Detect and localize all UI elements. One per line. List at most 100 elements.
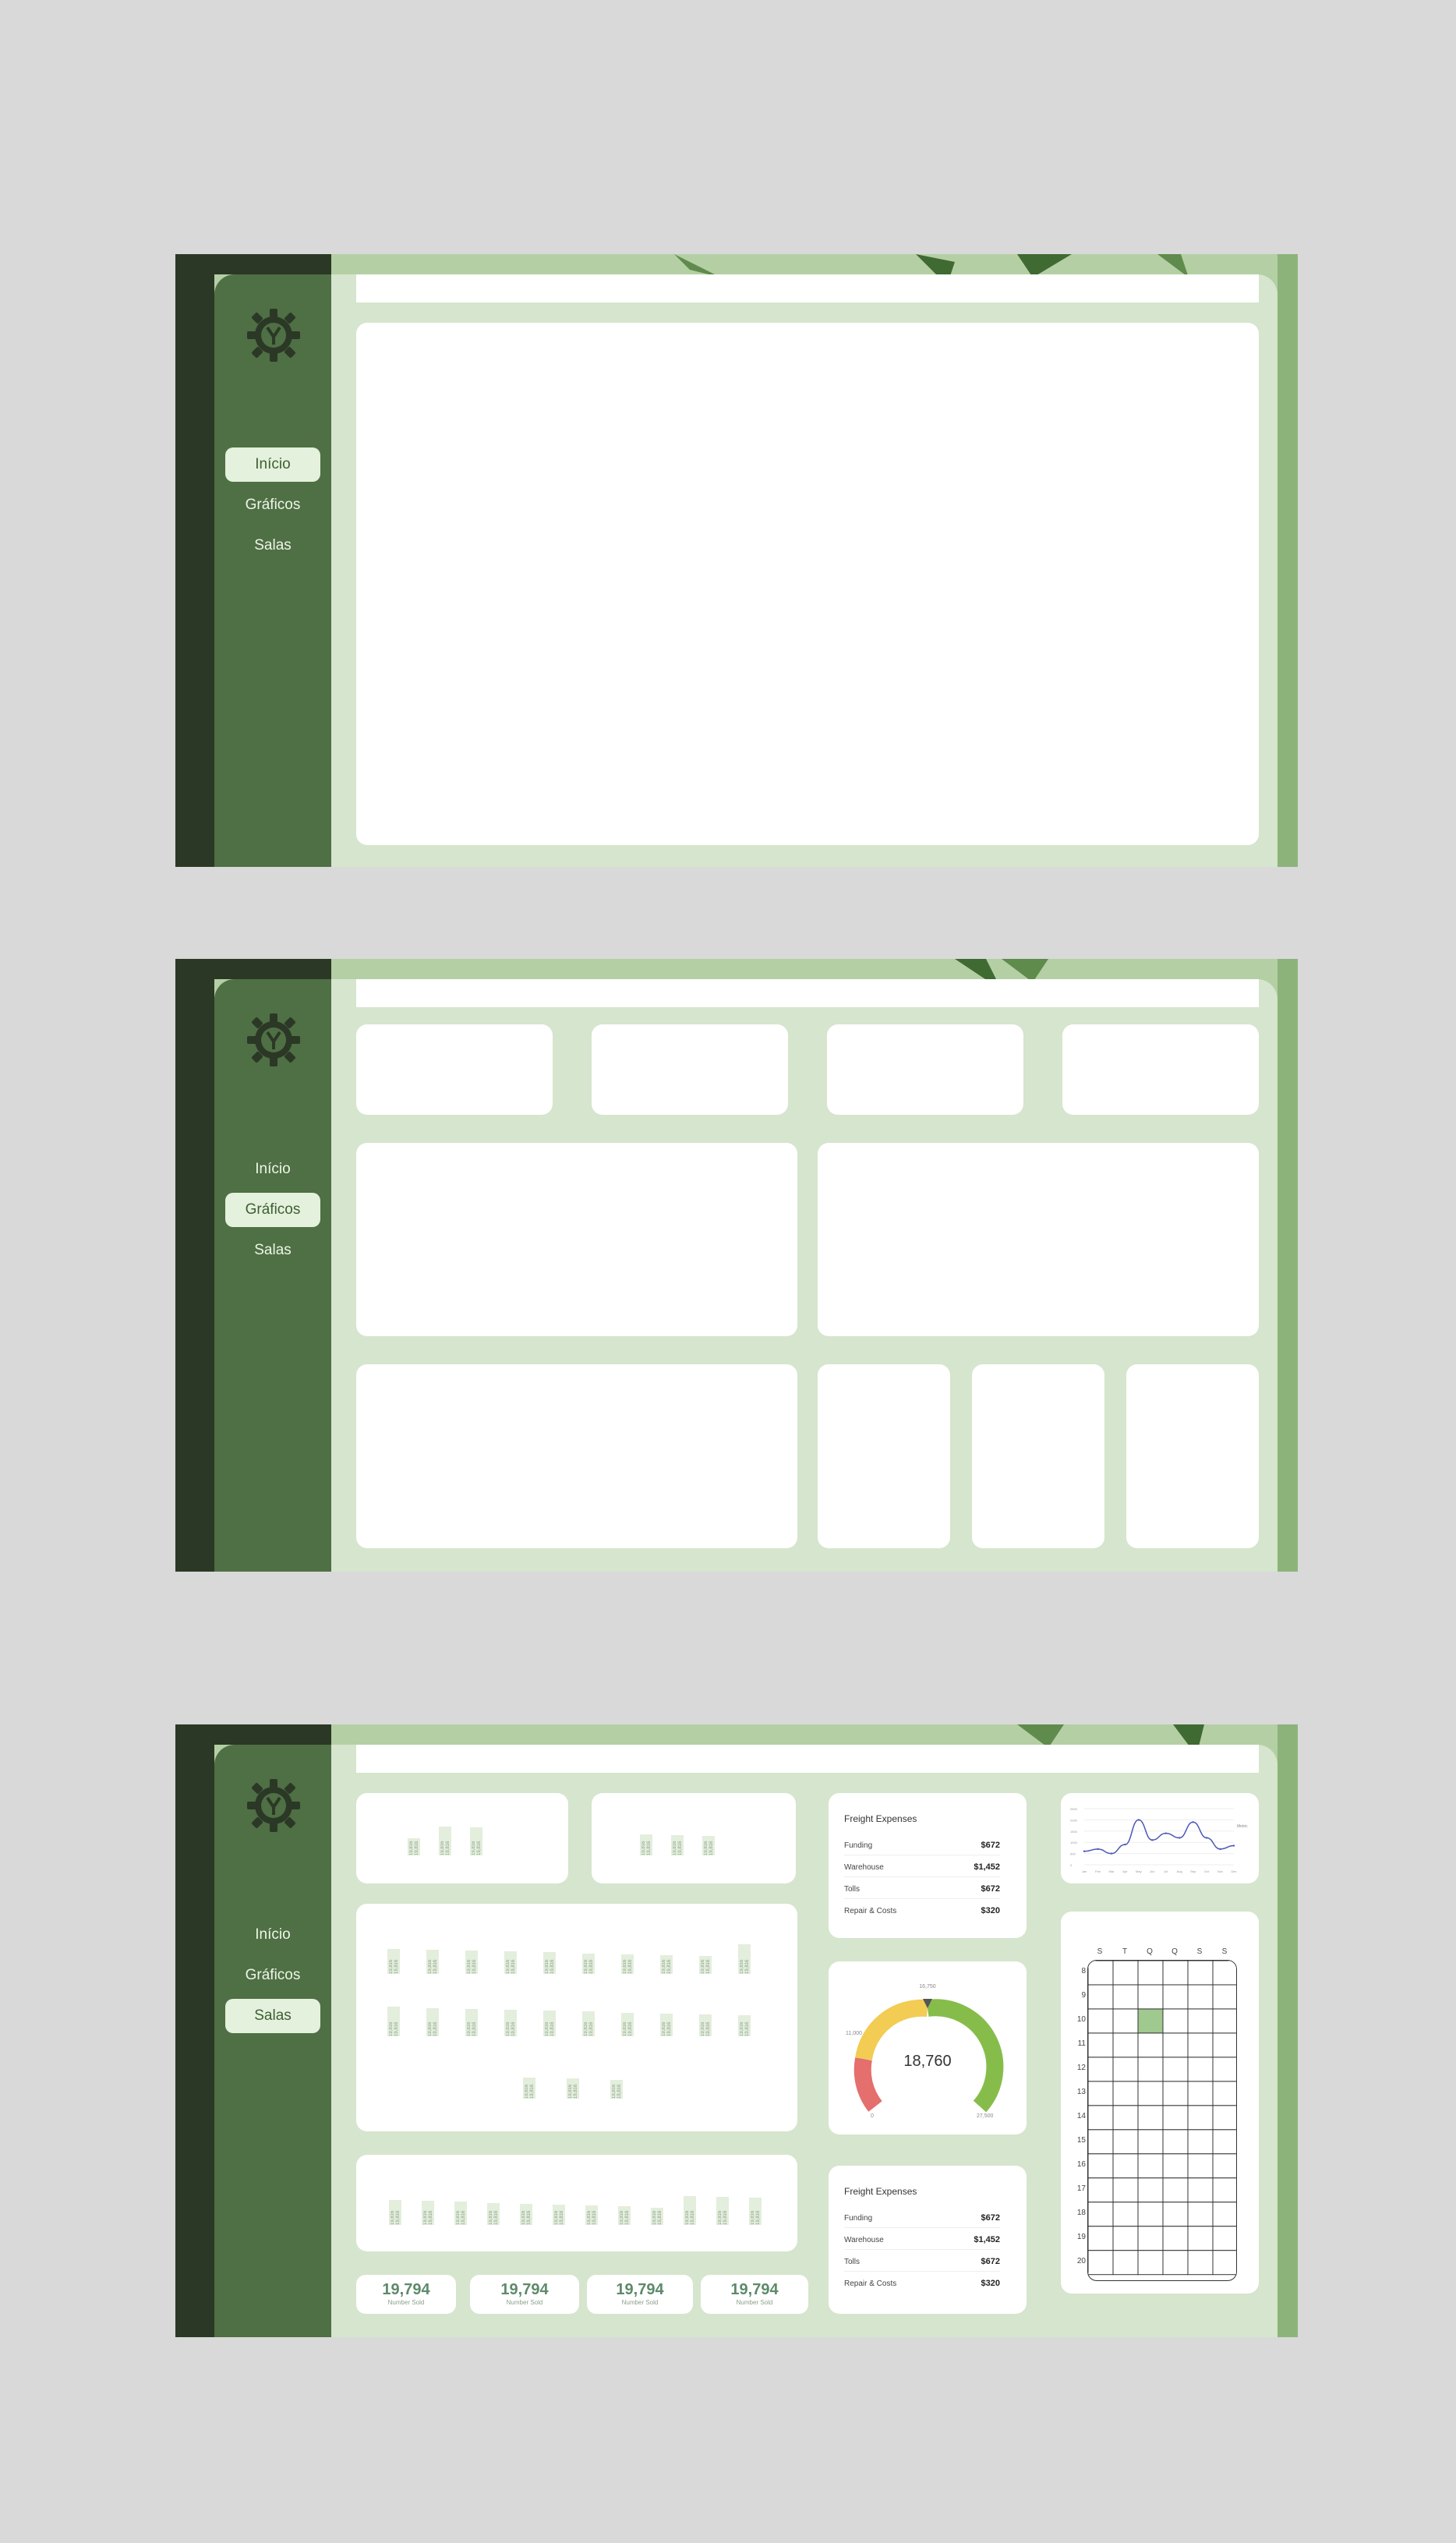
nav-inicio[interactable]: Início (225, 1152, 320, 1187)
calendar-slot[interactable] (1162, 2032, 1189, 2058)
calendar-slot[interactable] (1187, 2081, 1214, 2106)
calendar-slot[interactable] (1088, 2057, 1114, 2082)
calendar-slot[interactable] (1162, 2105, 1189, 2131)
calendar-slot[interactable] (1137, 2081, 1164, 2106)
calendar-slot[interactable] (1112, 2202, 1139, 2227)
calendar-slot[interactable] (1212, 1961, 1237, 1986)
calendar-slot[interactable] (1137, 2105, 1164, 2131)
window-edge (175, 254, 214, 867)
calendar-slot[interactable] (1212, 2081, 1237, 2106)
calendar-slot[interactable] (1112, 2129, 1139, 2155)
bar-label: 19,816 19,816 (620, 2210, 630, 2225)
calendar-slot[interactable] (1112, 1961, 1139, 1986)
calendar-slot[interactable] (1137, 2250, 1164, 2276)
calendar-slot[interactable] (1162, 2202, 1189, 2227)
bar-label: 19,816 19,816 (554, 2210, 564, 2225)
calendar-slot[interactable] (1088, 2032, 1114, 2058)
calendar-slot[interactable] (1187, 2129, 1214, 2155)
calendar-slot[interactable] (1162, 2177, 1189, 2203)
calendar-slot[interactable] (1187, 2057, 1214, 2082)
calendar-slot[interactable] (1212, 2129, 1237, 2155)
calendar-slot[interactable] (1187, 2177, 1214, 2203)
kpi-card: 19,794 Number Sold (701, 2275, 808, 2314)
calendar-slot[interactable] (1137, 2202, 1164, 2227)
nav-graficos[interactable]: Gráficos (225, 488, 320, 522)
calendar-slot[interactable] (1137, 1984, 1164, 2010)
calendar-slot[interactable] (1112, 2250, 1139, 2276)
calendar-slot[interactable] (1112, 2057, 1139, 2082)
calendar-slot[interactable] (1088, 2008, 1114, 2034)
calendar-slot[interactable] (1187, 2153, 1214, 2179)
nav-graficos[interactable]: Gráficos (225, 1193, 320, 1227)
calendar-slot[interactable] (1162, 2057, 1189, 2082)
calendar-slot[interactable] (1088, 2105, 1114, 2131)
kpi-value: 19,794 (730, 2281, 779, 2298)
calendar-slot[interactable] (1212, 2008, 1237, 2034)
calendar-slot[interactable] (1112, 2226, 1139, 2251)
calendar-slot[interactable] (1088, 2226, 1114, 2251)
calendar-slot[interactable] (1088, 2250, 1114, 2276)
calendar-slot[interactable] (1088, 2081, 1114, 2106)
calendar-slot[interactable] (1162, 1984, 1189, 2010)
bar-label: 19,816 19,816 (428, 1959, 438, 1974)
calendar-slot[interactable] (1112, 2153, 1139, 2179)
calendar-slot[interactable] (1088, 1984, 1114, 2010)
calendar-slot[interactable] (1162, 2129, 1189, 2155)
calendar-slot[interactable] (1137, 1961, 1164, 1986)
calendar-slot[interactable] (1187, 1961, 1214, 1986)
calendar-slot[interactable] (1212, 2153, 1237, 2179)
calendar-slot[interactable] (1187, 1984, 1214, 2010)
calendar-slot[interactable] (1112, 2177, 1139, 2203)
calendar-slot-booked[interactable] (1137, 2008, 1164, 2034)
calendar-slot[interactable] (1112, 1984, 1139, 2010)
calendar-slot[interactable] (1212, 2250, 1237, 2276)
calendar-slot[interactable] (1162, 2081, 1189, 2106)
calendar-slot[interactable] (1088, 2153, 1114, 2179)
calendar-slot[interactable] (1137, 2177, 1164, 2203)
calendar-slot[interactable] (1088, 1961, 1114, 1986)
calendar-slot[interactable] (1212, 2226, 1237, 2251)
calendar-slot[interactable] (1187, 2105, 1214, 2131)
calendar-slot[interactable] (1112, 2105, 1139, 2131)
calendar-slot[interactable] (1187, 2008, 1214, 2034)
calendar-slot[interactable] (1212, 2202, 1237, 2227)
nav-salas[interactable]: Salas (225, 529, 320, 563)
bar-label: 19,816 19,816 (506, 1959, 516, 1974)
calendar-slot[interactable] (1112, 2032, 1139, 2058)
bar-label: 19,816 19,816 (423, 2210, 433, 2225)
calendar-slot[interactable] (1187, 2032, 1214, 2058)
calendar-slot[interactable] (1212, 2057, 1237, 2082)
bar-label: 19,816 19,816 (428, 2021, 438, 2036)
calendar-slot[interactable] (1187, 2250, 1214, 2276)
calendar-slot[interactable] (1212, 2105, 1237, 2131)
mini-bar-group: 19,816 19,816 19,816 19,816 19,816 19,816 1… (387, 1943, 751, 1974)
calendar-slot[interactable] (1162, 2008, 1189, 2034)
calendar-slot[interactable] (1212, 1984, 1237, 2010)
right-edge (1278, 1724, 1298, 2337)
calendar-slot[interactable] (1088, 2202, 1114, 2227)
calendar-slot[interactable] (1212, 2032, 1237, 2058)
calendar-slot[interactable] (1088, 2177, 1114, 2203)
nav-salas[interactable]: Salas (225, 1233, 320, 1268)
calendar-slot[interactable] (1187, 2202, 1214, 2227)
calendar-slot[interactable] (1112, 2081, 1139, 2106)
calendar-slot[interactable] (1137, 2153, 1164, 2179)
calendar-slot[interactable] (1162, 2226, 1189, 2251)
x-tick-label: Jun (1150, 1869, 1154, 1873)
calendar-slot[interactable] (1137, 2057, 1164, 2082)
gauge-max: 27,500 (977, 2113, 994, 2119)
calendar-slot[interactable] (1137, 2226, 1164, 2251)
calendar-slot[interactable] (1212, 2177, 1237, 2203)
calendar-slot[interactable] (1088, 2129, 1114, 2155)
calendar-slot[interactable] (1162, 1961, 1189, 1986)
calendar-slot[interactable] (1137, 2032, 1164, 2058)
calendar-slot[interactable] (1162, 2250, 1189, 2276)
calendar-slot[interactable] (1187, 2226, 1214, 2251)
nav-inicio[interactable]: Início (225, 1918, 320, 1952)
nav-salas[interactable]: Salas (225, 1999, 320, 2033)
calendar-slot[interactable] (1112, 2008, 1139, 2034)
calendar-slot[interactable] (1137, 2129, 1164, 2155)
calendar-slot[interactable] (1162, 2153, 1189, 2179)
nav-graficos[interactable]: Gráficos (225, 1958, 320, 1993)
nav-inicio[interactable]: Início (225, 447, 320, 482)
